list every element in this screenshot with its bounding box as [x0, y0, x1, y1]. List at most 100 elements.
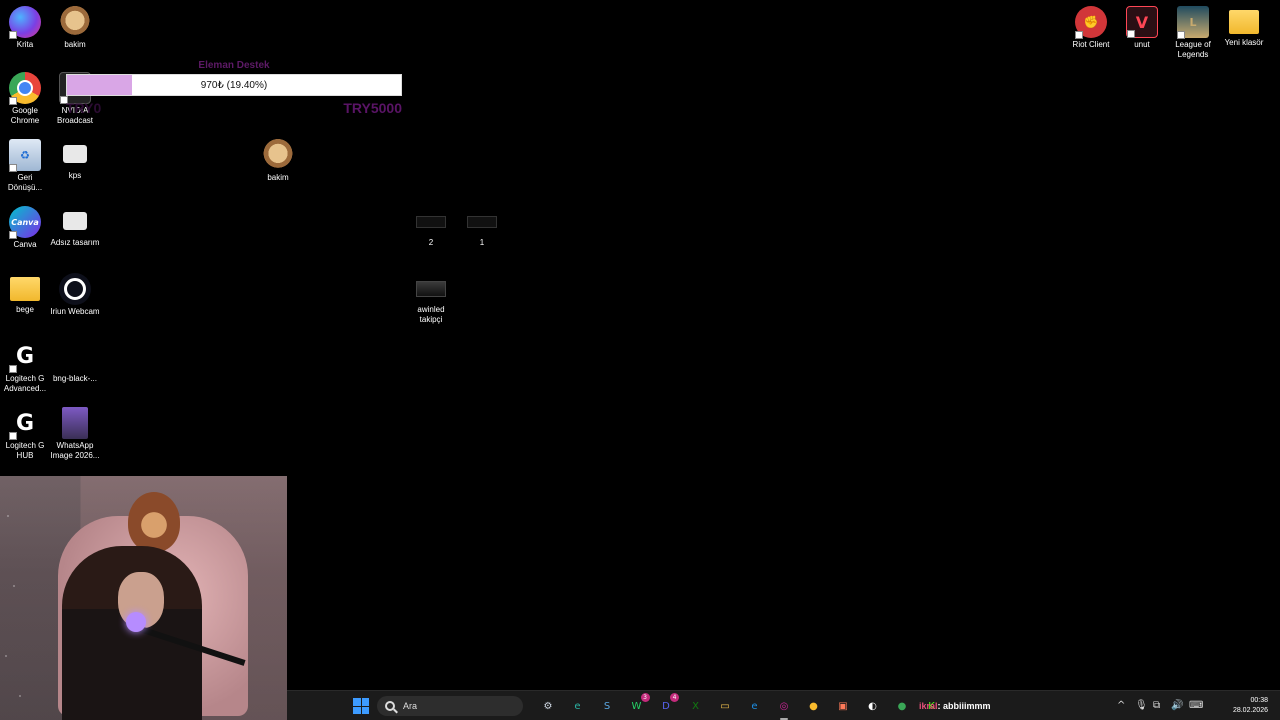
taskbar: Ara ⚙ e S W 3 D 4 X ▭ e ◎ ● ▣ ◐ ● K ikral: abbiiimmm ^ 🎙…	[287, 690, 1280, 720]
desktop-icon-label: Geri Dönüşü...	[7, 173, 43, 192]
donation-progress-text: 970₺ (19.40%)	[200, 79, 268, 91]
image-icon	[59, 340, 91, 372]
league-icon: L	[1177, 6, 1209, 39]
desktop-icon-label: Logitech G Advanced...	[3, 374, 47, 393]
desktop-icon-label: awinled takipçi	[417, 305, 445, 324]
clock-date: 28.02.2026	[1232, 707, 1268, 714]
donation-progress-bar: 970₺ (19.40%)	[66, 74, 402, 96]
desktop-icon-label: Krita	[16, 40, 34, 49]
instagram-app[interactable]: ◎	[775, 697, 793, 720]
desktop-icon-unut[interactable]: Vunut	[1117, 6, 1167, 50]
folder-icon	[1229, 10, 1259, 34]
notification-badge: 4	[670, 693, 679, 702]
chat-message: : abbiiimmm	[937, 701, 991, 711]
shortcut-arrow-icon	[1177, 31, 1185, 39]
discord-app[interactable]: D4	[657, 693, 679, 715]
webcam-overlay	[0, 476, 287, 720]
shortcut-arrow-icon	[9, 432, 17, 440]
blank-file-icon	[467, 216, 497, 228]
shortcut-arrow-icon	[1075, 31, 1083, 39]
desktop-icon-riot[interactable]: ✊ Riot Client	[1066, 6, 1116, 50]
desktop-icon-recycle[interactable]: ♻ Geri Dönüşü...	[0, 139, 50, 193]
desktop-icon-bakim-2[interactable]: bakim	[253, 139, 303, 183]
photo-icon	[62, 407, 88, 439]
search-icon	[385, 701, 395, 711]
clock-time: 00:38	[1250, 697, 1268, 704]
webcam-icon	[59, 273, 91, 305]
desktop-icon-label: Yeni klasör	[1224, 38, 1264, 47]
desktop-icon-lol[interactable]: L League of Legends	[1168, 6, 1218, 60]
volume-icon[interactable]: 🔊	[1171, 700, 1183, 711]
explorer-app[interactable]: ▭	[716, 697, 734, 715]
edge-app[interactable]: e	[569, 697, 587, 715]
chrome-icon	[9, 72, 41, 105]
desktop-icon-label: WhatsApp Image 2026...	[50, 441, 100, 460]
display-icon[interactable]: ⧉	[1153, 700, 1160, 711]
desktop-icon-label: Google Chrome	[10, 106, 40, 125]
desktop-icon-bng[interactable]: bng-black-...	[50, 340, 100, 384]
valorant-icon: V	[1126, 6, 1158, 38]
whatsapp-app[interactable]: W3	[628, 693, 650, 715]
donation-min-label: TRY0	[66, 100, 102, 116]
desktop-icon-file-1[interactable]: 1	[457, 206, 507, 248]
desktop-icon-label: bakim	[267, 173, 289, 182]
desktop-icon-label: 2	[428, 238, 434, 247]
photos-app[interactable]: ▣	[834, 697, 852, 715]
settings-app[interactable]: ⚙	[539, 697, 557, 715]
notification-badge: 3	[640, 693, 650, 702]
desktop-icon-canva[interactable]: Canva Canva	[0, 206, 50, 250]
desktop-icon-file-2[interactable]: 2	[406, 206, 456, 248]
desktop-icon-label: League of Legends	[1175, 40, 1211, 59]
desktop-icon-yeni[interactable]: Yeni klasör	[1219, 6, 1269, 48]
desktop-icon-kps[interactable]: kps	[50, 139, 100, 181]
shortcut-arrow-icon	[9, 31, 17, 39]
folder-icon	[10, 277, 40, 301]
search-placeholder: Ara	[403, 701, 418, 711]
desktop-icon-bakim-1[interactable]: bakim	[50, 6, 100, 50]
desktop-icon-logi-adv[interactable]: G Logitech G Advanced...	[0, 340, 50, 394]
desktop-icon-label: Logitech G HUB	[5, 441, 45, 460]
shortcut-arrow-icon	[9, 164, 17, 172]
chat-overlay: ikral: abbiiimmm	[919, 701, 991, 711]
desktop-icon-label: unut	[1134, 40, 1150, 49]
desktop-icon-label: 1	[479, 238, 485, 247]
desktop-icon-awinled[interactable]: awinled takipçi	[406, 273, 456, 325]
edge-beta-app[interactable]: e	[746, 697, 764, 715]
xbox-app[interactable]: X	[687, 697, 705, 715]
file-icon	[63, 145, 87, 163]
desktop-icon-iriun[interactable]: Iriun Webcam	[50, 273, 100, 317]
chat-username: ikral	[919, 701, 938, 711]
desktop-icon-chrome[interactable]: Google Chrome	[0, 72, 50, 126]
chrome-app[interactable]: ●	[805, 697, 823, 715]
chevron-up-icon[interactable]: ^	[1117, 700, 1125, 711]
logitech-icon: G	[9, 340, 41, 373]
cat-image-icon	[59, 6, 91, 38]
desktop-icon-whatsapp-img[interactable]: WhatsApp Image 2026...	[50, 407, 100, 461]
microphone-icon[interactable]: 🎙	[1135, 700, 1148, 711]
desktop-icon-adsiz[interactable]: Adsız tasarım	[50, 206, 100, 248]
donation-title: Eleman Destek	[198, 60, 270, 71]
start-button[interactable]	[353, 698, 369, 714]
donation-widget: Eleman Destek 970₺ (19.40%) TRY0 TRY5000	[66, 60, 402, 120]
desktop-icon-krita[interactable]: Krita	[0, 6, 50, 50]
chrome-alt-app[interactable]: ●	[893, 697, 911, 715]
shortcut-arrow-icon	[1127, 30, 1135, 38]
desktop-icon-label: Canva	[13, 240, 37, 249]
krita-icon	[9, 6, 41, 39]
desktop-icon-logi-hub[interactable]: G Logitech G HUB	[0, 407, 50, 461]
taskbar-search[interactable]: Ara	[377, 696, 523, 716]
steam-app[interactable]: S	[598, 697, 616, 715]
desktop-icon-label: bakim	[64, 40, 86, 49]
cat-image-icon	[262, 139, 294, 171]
obs-app[interactable]: ◐	[864, 697, 882, 715]
thumbnail-icon	[416, 281, 446, 297]
taskbar-clock[interactable]: 00:38 28.02.2026	[1233, 696, 1268, 716]
webcam-sparkles	[0, 476, 287, 720]
desktop-icon-label: kps	[68, 171, 82, 180]
keyboard-icon[interactable]: ⌨	[1189, 700, 1203, 711]
recycle-bin-icon: ♻	[9, 139, 41, 172]
donation-max-label: TRY5000	[343, 100, 402, 116]
desktop-icon-bege[interactable]: bege	[0, 273, 50, 315]
desktop-icon-label: Iriun Webcam	[50, 307, 100, 316]
desktop-icon-label: bng-black-...	[52, 374, 98, 383]
